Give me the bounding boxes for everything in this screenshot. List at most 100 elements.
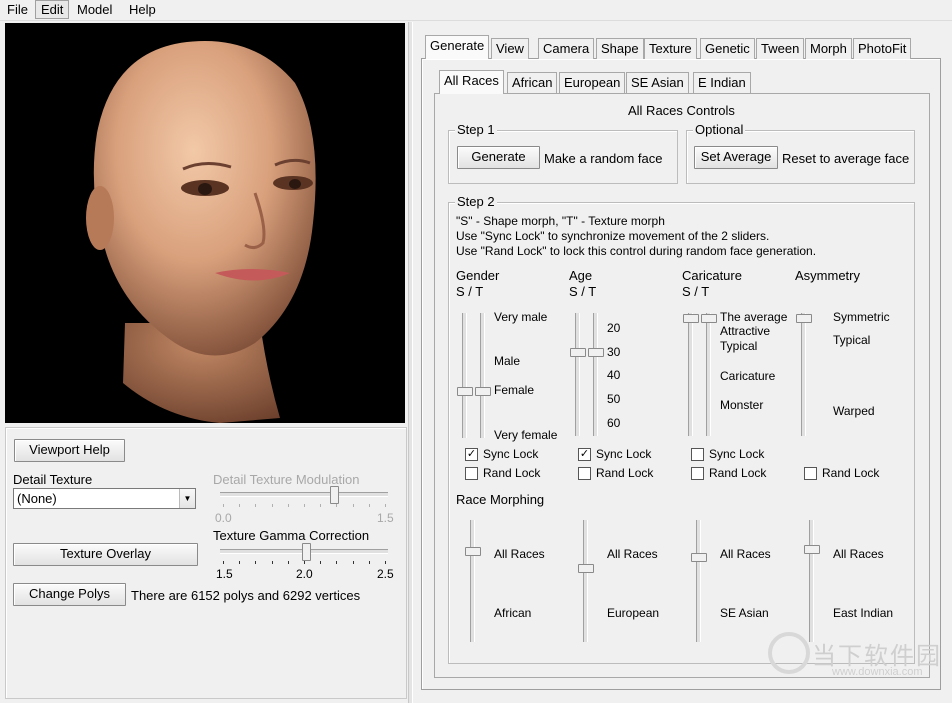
subtab-se-asian[interactable]: SE Asian: [626, 72, 689, 93]
menu-file[interactable]: File: [2, 1, 33, 18]
age-label-40: 40: [607, 368, 621, 382]
age-st: S / T: [569, 284, 597, 299]
gender-shape-thumb[interactable]: [457, 387, 473, 396]
slider-tick: [304, 504, 305, 507]
viewport-help-button[interactable]: Viewport Help: [14, 439, 125, 462]
age-rand-checkbox[interactable]: [578, 467, 591, 480]
set-average-desc: Reset to average face: [782, 151, 910, 166]
generate-button[interactable]: Generate: [457, 146, 540, 169]
slider-tick: [304, 561, 305, 564]
age-label-30: 30: [607, 345, 621, 359]
asymmetry-label-warped: Warped: [833, 404, 875, 418]
slider-tick: [336, 561, 338, 564]
age-texture-thumb[interactable]: [588, 348, 604, 357]
subtab-european[interactable]: European: [559, 72, 626, 93]
slider-tick: [223, 561, 224, 564]
asymmetry-label-symmetric: Symmetric: [833, 310, 890, 324]
race-eindian-thumb[interactable]: [804, 545, 820, 554]
chevron-down-icon[interactable]: ▼: [179, 489, 195, 508]
menu-model[interactable]: Model: [72, 1, 117, 18]
step2-label: Step 2: [455, 194, 497, 209]
panel-splitter[interactable]: [408, 22, 413, 703]
gender-texture-track[interactable]: [480, 313, 485, 438]
slider-tick: [239, 561, 241, 564]
asymmetry-rand-label: Rand Lock: [822, 466, 880, 480]
race-eindian-track[interactable]: [809, 520, 814, 642]
tab-photofit[interactable]: PhotoFit: [853, 38, 912, 59]
menu-edit[interactable]: Edit: [35, 0, 70, 19]
slider-tick: [368, 504, 370, 507]
caricature-shape-track[interactable]: [688, 313, 693, 436]
slider-tick: [287, 504, 289, 507]
change-polys-button[interactable]: Change Polys: [13, 583, 126, 606]
tab-genetic[interactable]: Genetic: [700, 38, 755, 59]
race-seasian-track[interactable]: [696, 520, 701, 642]
caricature-shape-thumb[interactable]: [683, 314, 699, 323]
tab-view[interactable]: View: [491, 38, 529, 59]
menu-help[interactable]: Help: [124, 1, 161, 18]
asymmetry-rand-checkbox[interactable]: [804, 467, 817, 480]
age-texture-track[interactable]: [593, 313, 598, 436]
subtab-e-indian[interactable]: E Indian: [693, 72, 751, 93]
gamma-min: 1.5: [216, 567, 233, 581]
race-european-top: All Races: [607, 547, 658, 561]
age-label-50: 50: [607, 392, 621, 406]
slider-tick: [255, 504, 257, 507]
race-morphing-title: Race Morphing: [456, 492, 545, 507]
caricature-sync-checkbox[interactable]: [691, 448, 704, 461]
tab-morph[interactable]: Morph: [805, 38, 852, 59]
detail-texture-select[interactable]: (None) ▼: [13, 488, 196, 509]
age-title: Age: [569, 268, 593, 283]
age-shape-thumb[interactable]: [570, 348, 586, 357]
gender-label-male: Male: [494, 354, 521, 368]
asymmetry-label-typical: Typical: [833, 333, 871, 347]
race-seasian-top: All Races: [720, 547, 771, 561]
tab-tween[interactable]: Tween: [756, 38, 805, 59]
gamma-thumb[interactable]: [302, 543, 311, 561]
gender-st: S / T: [456, 284, 484, 299]
slider-tick: [239, 504, 241, 507]
gender-label-female: Female: [494, 383, 535, 397]
tab-generate[interactable]: Generate: [425, 35, 490, 59]
caricature-texture-thumb[interactable]: [701, 314, 717, 323]
age-label-60: 60: [607, 416, 621, 430]
race-african-top: All Races: [494, 547, 545, 561]
subtab-african[interactable]: African: [507, 72, 558, 93]
gender-rand-label: Rand Lock: [483, 466, 541, 480]
caricature-st: S / T: [682, 284, 710, 299]
face-render: [86, 41, 316, 423]
detail-mod-label: Detail Texture Modulation: [213, 472, 360, 487]
gender-texture-thumb[interactable]: [475, 387, 491, 396]
gender-shape-track[interactable]: [462, 313, 467, 438]
asymmetry-thumb[interactable]: [796, 314, 812, 323]
caricature-texture-track[interactable]: [706, 313, 711, 436]
caricature-rand-checkbox[interactable]: [691, 467, 704, 480]
race-european-thumb[interactable]: [578, 564, 594, 573]
slider-tick: [320, 504, 322, 507]
menu-bar: File Edit Model Help: [0, 0, 952, 21]
race-african-thumb[interactable]: [465, 547, 481, 556]
gamma-label: Texture Gamma Correction: [213, 528, 370, 543]
race-seasian-thumb[interactable]: [691, 553, 707, 562]
tab-texture[interactable]: Texture: [644, 38, 697, 59]
detail-mod-thumb[interactable]: [330, 486, 339, 504]
face-viewport[interactable]: [5, 23, 405, 423]
slider-tick: [385, 561, 386, 564]
subtab-all-races[interactable]: All Races: [439, 70, 504, 94]
caricature-label-caricature: Caricature: [720, 369, 776, 383]
race-european-track[interactable]: [583, 520, 588, 642]
detail-mod-track[interactable]: [220, 492, 388, 497]
age-shape-track[interactable]: [575, 313, 580, 436]
gender-sync-checkbox[interactable]: ✓: [465, 448, 478, 461]
detail-mod-min: 0.0: [215, 511, 232, 525]
asymmetry-track[interactable]: [801, 313, 806, 436]
watermark-logo-icon: [768, 632, 810, 674]
tab-camera[interactable]: Camera: [538, 38, 595, 59]
tab-shape[interactable]: Shape: [596, 38, 644, 59]
gender-rand-checkbox[interactable]: [465, 467, 478, 480]
age-sync-checkbox[interactable]: ✓: [578, 448, 591, 461]
texture-overlay-button[interactable]: Texture Overlay: [13, 543, 198, 566]
race-african-track[interactable]: [470, 520, 475, 642]
set-average-button[interactable]: Set Average: [694, 146, 778, 169]
caricature-rand-label: Rand Lock: [709, 466, 767, 480]
